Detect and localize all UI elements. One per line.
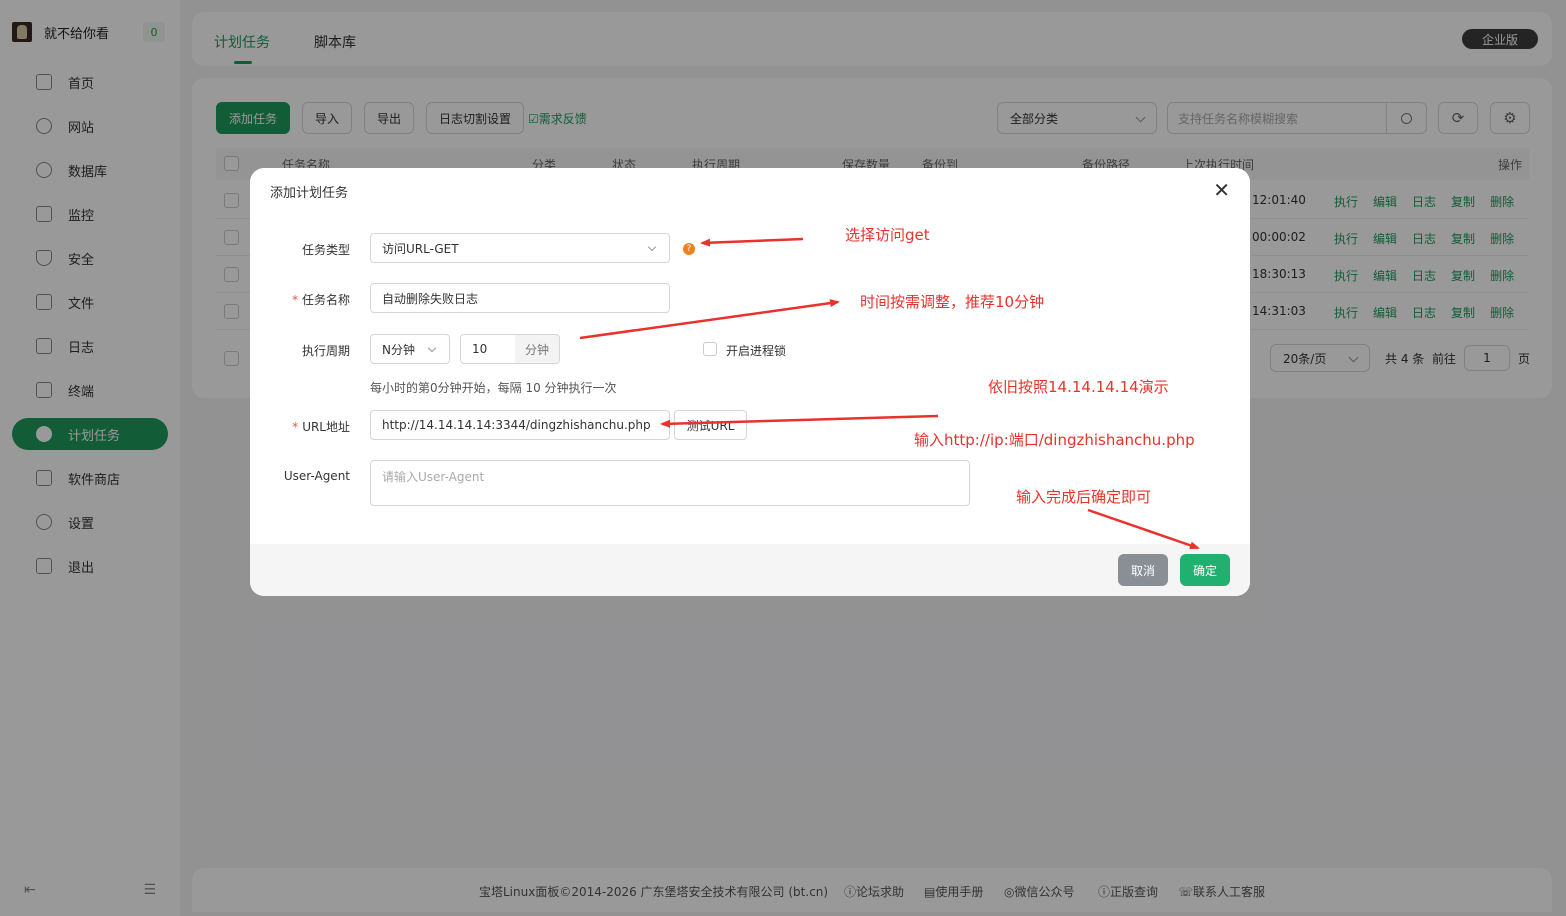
arrow-url (660, 414, 939, 428)
arrow-task-type (700, 237, 804, 247)
annotation-arrows (579, 237, 1200, 550)
arrow-confirm (1087, 508, 1200, 550)
arrow-period (579, 299, 840, 340)
